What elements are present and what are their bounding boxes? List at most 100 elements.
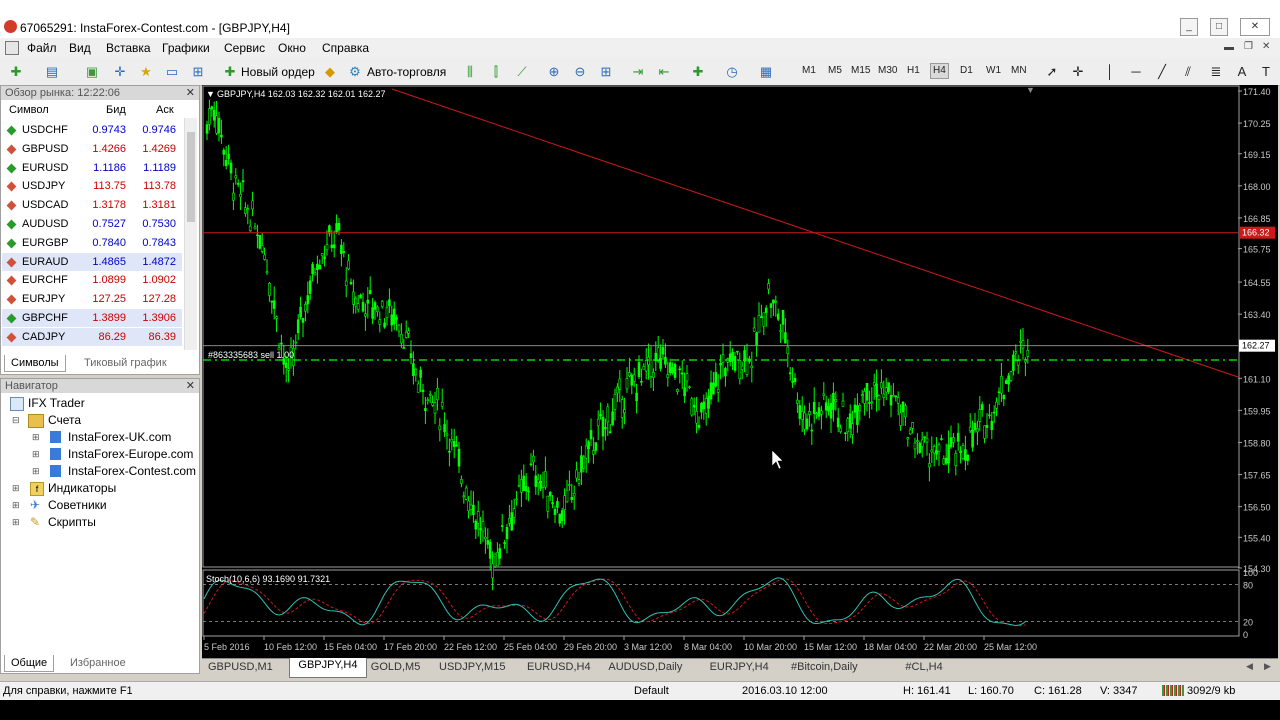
crosshair-icon[interactable]: ✛ [1070,64,1086,80]
tab-symbols[interactable]: Символы [4,355,66,372]
autotrading-button[interactable]: Авто-торговля [367,62,446,82]
market-watch-row[interactable]: EURJPY 127.25 127.28 [2,290,182,308]
menu-service[interactable]: Сервис [224,41,265,55]
expand-icon[interactable]: ⊞ [12,483,20,494]
navigator-close-icon[interactable]: ✕ [186,379,195,392]
chart-tab[interactable]: GOLD,M5 [371,661,421,673]
channel-icon[interactable]: ⫽ [1180,64,1196,80]
chart-tab[interactable]: #Bitcoin,Daily [791,661,858,673]
chart-tab[interactable]: GBPJPY,H4 [289,658,367,678]
expand-icon[interactable]: ⊞ [32,466,40,477]
market-watch-scrollbar[interactable] [184,118,197,350]
mdi-minimize-icon[interactable]: ▬ [1224,42,1234,53]
market-watch-row[interactable]: EURGBP 0.7840 0.7843 [2,234,182,252]
timeframe-m30[interactable]: M30 [878,65,897,76]
tile-windows-icon[interactable]: ⊞ [598,64,614,80]
connection-status-icon[interactable] [1162,685,1184,696]
timeframe-m1[interactable]: M1 [802,65,816,76]
trendline-icon[interactable]: ╱ [1154,64,1170,80]
nav-experts[interactable]: Советники [48,498,107,512]
market-watch-row[interactable]: GBPCHF 1.3899 1.3906 [2,309,182,327]
horizontal-line-icon[interactable]: ─ [1128,64,1144,80]
col-symbol[interactable]: Символ [9,104,49,116]
market-watch-row[interactable]: GBPUSD 1.4266 1.4269 [2,140,182,158]
text-icon[interactable]: A [1234,64,1250,80]
zoom-in-icon[interactable]: ⊕ [546,64,562,80]
scrollbar-thumb[interactable] [187,132,195,222]
templates-icon[interactable]: ▦ [758,64,774,80]
fibonacci-icon[interactable]: ≣ [1208,64,1224,80]
terminal-icon[interactable]: ▭ [164,64,180,80]
line-chart-icon[interactable]: ⟋ [514,64,530,80]
timeframe-w1[interactable]: W1 [986,65,1001,76]
metaeditor-icon[interactable]: ◆ [322,64,338,80]
timeframe-h1[interactable]: H1 [907,65,920,76]
nav-account-uk[interactable]: InstaForex-UK.com [68,430,171,444]
navigator-icon[interactable]: ★ [138,64,154,80]
menu-window[interactable]: Окно [278,41,306,55]
new-chart-icon[interactable]: ✚ [8,64,24,80]
indicators-icon[interactable]: ✚ [690,64,706,80]
nav-account-europe[interactable]: InstaForex-Europe.com [68,447,193,461]
chart-tab[interactable]: USDJPY,M15 [439,661,505,673]
periods-icon[interactable]: ◷ [724,64,740,80]
chart-tab[interactable]: GBPUSD,M1 [208,661,273,673]
profiles-icon[interactable]: ▤ [44,64,60,80]
market-watch-row[interactable]: USDCAD 1.3178 1.3181 [2,196,182,214]
candlestick-icon[interactable]: ⫿ [488,64,504,80]
autotrading-icon[interactable]: ⚙ [347,64,363,80]
nav-indicators[interactable]: Индикаторы [48,481,116,495]
nav-root[interactable]: IFX Trader [28,396,85,410]
maximize-button[interactable]: □ [1210,18,1228,36]
autoscroll-icon[interactable]: ⇥ [630,64,646,80]
timeframe-m5[interactable]: M5 [828,65,842,76]
menu-insert[interactable]: Вставка [106,41,151,55]
chart-tab[interactable]: AUDUSD,Daily [608,661,682,673]
menu-charts[interactable]: Графики [162,41,210,55]
cursor-icon[interactable]: ➚ [1044,64,1060,80]
expand-icon[interactable]: ⊞ [32,449,40,460]
close-button[interactable]: ✕ [1240,18,1270,36]
market-watch-row[interactable]: EURCHF 1.0899 1.0902 [2,271,182,289]
tabs-scroll-right-icon[interactable]: ▶ [1264,661,1271,672]
market-watch-row[interactable]: EURAUD 1.4865 1.4872 [2,252,182,271]
timeframe-m15[interactable]: M15 [851,65,870,76]
mdi-restore-icon[interactable]: ❐ [1244,41,1253,52]
market-watch-row[interactable]: USDCHF 0.9743 0.9746 [2,121,182,139]
expand-icon[interactable]: ⊞ [12,517,20,528]
chart-shift-icon[interactable]: ⇤ [656,64,672,80]
timeframe-d1[interactable]: D1 [960,65,973,76]
tab-tick-chart[interactable]: Тиковый график [78,355,173,371]
chart-tab[interactable]: #CL,H4 [905,661,942,673]
market-watch-row[interactable]: USDJPY 113.75 113.78 [2,177,182,195]
market-watch-row[interactable]: EURUSD 1.1186 1.1189 [2,159,182,177]
minimize-button[interactable]: _ [1180,18,1198,36]
tab-favorites[interactable]: Избранное [64,655,132,671]
chart-window-icon[interactable] [5,41,19,55]
menu-file[interactable]: Файл [27,41,57,55]
collapse-icon[interactable]: ⊟ [12,415,20,426]
vertical-line-icon[interactable]: │ [1102,64,1118,80]
new-order-button[interactable]: Новый ордер [241,62,315,82]
new-order-icon[interactable]: ✚ [222,64,238,80]
market-watch-icon[interactable]: ▣ [84,64,100,80]
nav-accounts[interactable]: Счета [48,413,81,427]
menu-view[interactable]: Вид [69,41,91,55]
zoom-out-icon[interactable]: ⊖ [572,64,588,80]
timeframe-mn[interactable]: MN [1011,65,1027,76]
nav-scripts[interactable]: Скрипты [48,515,96,529]
expand-icon[interactable]: ⊞ [32,432,40,443]
tabs-scroll-left-icon[interactable]: ◀ [1246,661,1253,672]
tester-icon[interactable]: ⊞ [190,64,206,80]
label-icon[interactable]: T [1258,64,1274,80]
market-watch-row[interactable]: CADJPY 86.29 86.39 [2,327,182,346]
col-bid[interactable]: Бид [106,104,126,116]
chart-tab[interactable]: EURUSD,H4 [527,661,591,673]
mdi-close-icon[interactable]: ✕ [1262,41,1270,52]
market-watch-row[interactable]: AUDUSD 0.7527 0.7530 [2,215,182,233]
tab-common[interactable]: Общие [4,655,55,672]
menu-help[interactable]: Справка [322,41,369,55]
market-watch-close-icon[interactable]: ✕ [186,86,195,99]
timeframe-h4[interactable]: H4 [930,63,949,79]
chart-tab[interactable]: EURJPY,H4 [710,661,769,673]
